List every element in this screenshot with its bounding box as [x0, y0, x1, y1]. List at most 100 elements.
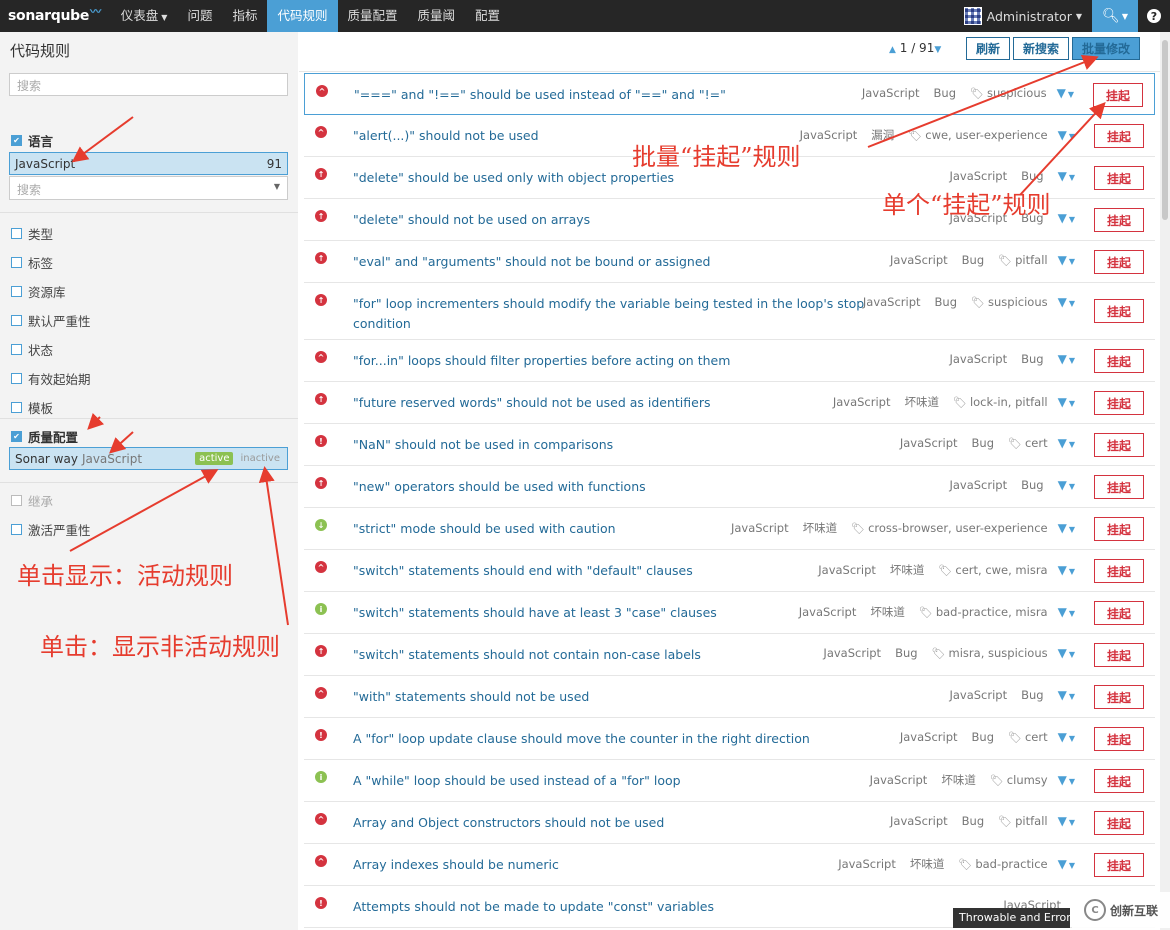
deactivate-button[interactable]: 挂起 [1094, 643, 1144, 667]
filter-icon[interactable]: ▼ ▼ [1058, 169, 1075, 183]
facet-6[interactable]: 模板 [11, 398, 53, 417]
filter-icon[interactable]: ▼ ▼ [1058, 688, 1075, 702]
facet-2[interactable]: 资源库 [11, 282, 66, 301]
deactivate-button[interactable]: 挂起 [1094, 166, 1144, 190]
rule-row[interactable]: ^ "switch" statements should end with "de… [304, 550, 1155, 592]
facet-0[interactable]: 类型 [11, 224, 53, 243]
deactivate-button[interactable]: 挂起 [1094, 475, 1144, 499]
nav-item-1[interactable]: 问题 [177, 0, 222, 32]
rule-row[interactable]: ↑ "for" loop incrementers should modify t… [304, 283, 1155, 340]
global-search-button[interactable]: 🔍︎ ▼ [1092, 0, 1138, 32]
language-search-select[interactable]: 搜索 ▼ [9, 176, 288, 200]
scrollbar[interactable] [1160, 32, 1170, 930]
rule-title[interactable]: "eval" and "arguments" should not be bou… [353, 252, 710, 272]
rule-row[interactable]: ↑ "eval" and "arguments" should not be bo… [304, 241, 1155, 283]
deactivate-button[interactable]: 挂起 [1094, 208, 1144, 232]
deactivate-button[interactable]: 挂起 [1094, 391, 1144, 415]
rule-title[interactable]: "for...in" loops should filter propertie… [353, 351, 730, 371]
facet-5[interactable]: 有效起始期 [11, 369, 91, 388]
next-arrow-icon[interactable]: ▼ [934, 45, 941, 55]
deactivate-button[interactable]: 挂起 [1094, 811, 1144, 835]
inactive-toggle[interactable]: inactive [238, 452, 282, 465]
language-option-javascript[interactable]: JavaScript 91 [9, 152, 288, 175]
prev-arrow-icon[interactable]: ▲ [889, 45, 896, 55]
rule-row[interactable]: ↑ "new" operators should be used with fun… [304, 466, 1155, 508]
nav-item-4[interactable]: 质量配置 [338, 0, 408, 32]
rule-title[interactable]: "delete" should not be used on arrays [353, 210, 590, 230]
rule-title[interactable]: Array and Object constructors should not… [353, 813, 664, 833]
active-toggle[interactable]: active [195, 452, 234, 465]
quality-profile-option[interactable]: Sonar way JavaScript active inactive [9, 447, 288, 470]
filter-icon[interactable]: ▼ ▼ [1058, 478, 1075, 492]
rule-row[interactable]: ^ "with" statements should not be used Jav… [304, 676, 1155, 718]
rule-title[interactable]: "new" operators should be used with func… [353, 477, 646, 497]
deactivate-button[interactable]: 挂起 [1094, 685, 1144, 709]
rule-title[interactable]: "with" statements should not be used [353, 687, 589, 707]
filter-icon[interactable]: ▼ ▼ [1058, 395, 1075, 409]
facet-1[interactable]: 标签 [11, 253, 53, 272]
rule-row[interactable]: ^ Array indexes should be numeric JavaScri… [304, 844, 1155, 886]
deactivate-button[interactable]: 挂起 [1094, 769, 1144, 793]
rule-title[interactable]: "switch" statements should end with "def… [353, 561, 693, 581]
rule-search-input[interactable]: 搜索 [9, 73, 288, 96]
rule-row[interactable]: ^ "===" and "!==" should be used instead … [304, 73, 1155, 115]
rule-title[interactable]: "alert(...)" should not be used [353, 126, 539, 146]
deactivate-button[interactable]: 挂起 [1094, 124, 1144, 148]
user-menu[interactable]: Administrator ▼ [954, 0, 1092, 32]
refresh-button[interactable]: 刷新 [966, 37, 1011, 60]
rule-title[interactable]: Array indexes should be numeric [353, 855, 559, 875]
filter-icon[interactable]: ▼ ▼ [1058, 521, 1075, 535]
rule-title[interactable]: "future reserved words" should not be us… [353, 393, 711, 413]
rule-row[interactable]: ! "NaN" should not be used in comparisons… [304, 424, 1155, 466]
deactivate-button[interactable]: 挂起 [1094, 853, 1144, 877]
rule-row[interactable]: i "switch" statements should have at leas… [304, 592, 1155, 634]
rule-row[interactable]: ↑ "switch" statements should not contain … [304, 634, 1155, 676]
filter-icon[interactable]: ▼ ▼ [1058, 128, 1075, 142]
rule-row[interactable]: ↑ "future reserved words" should not be u… [304, 382, 1155, 424]
filter-icon[interactable]: ▼ ▼ [1058, 295, 1075, 309]
deactivate-button[interactable]: 挂起 [1094, 601, 1144, 625]
nav-item-5[interactable]: 质量阈 [408, 0, 466, 32]
rule-title[interactable]: "===" and "!==" should be used instead o… [354, 85, 726, 105]
new-search-button[interactable]: 新搜索 [1013, 37, 1070, 60]
filter-icon[interactable]: ▼ ▼ [1058, 773, 1075, 787]
filter-icon[interactable]: ▼ ▼ [1058, 646, 1075, 660]
filter-icon[interactable]: ▼ ▼ [1058, 253, 1075, 267]
rule-title[interactable]: A "while" loop should be used instead of… [353, 771, 681, 791]
facet-3[interactable]: 默认严重性 [11, 311, 91, 330]
rule-title[interactable]: "delete" should be used only with object… [353, 168, 674, 188]
rule-row[interactable]: ^ "for...in" loops should filter properti… [304, 340, 1155, 382]
filter-icon[interactable]: ▼ ▼ [1058, 814, 1075, 828]
deactivate-button[interactable]: 挂起 [1094, 349, 1144, 373]
scrollbar-thumb[interactable] [1162, 40, 1168, 220]
rule-title[interactable]: "strict" mode should be used with cautio… [353, 519, 616, 539]
filter-icon[interactable]: ▼ ▼ [1058, 563, 1075, 577]
filter-icon[interactable]: ▼ ▼ [1058, 730, 1075, 744]
rule-title[interactable]: Attempts should not be made to update "c… [353, 897, 714, 917]
rule-title[interactable]: A "for" loop update clause should move t… [353, 729, 810, 749]
rule-title[interactable]: "for" loop incrementers should modify th… [353, 294, 864, 334]
deactivate-button[interactable]: 挂起 [1093, 83, 1143, 107]
facet-language[interactable]: ✔ 语言 [11, 131, 53, 150]
bulk-change-button[interactable]: 批量修改 [1072, 37, 1141, 60]
help-button[interactable]: ? [1138, 0, 1170, 32]
deactivate-button[interactable]: 挂起 [1094, 517, 1144, 541]
facet-quality-profile[interactable]: ✔ 质量配置 [11, 427, 78, 446]
nav-item-0[interactable]: 仪表盘 ▼ [111, 0, 178, 32]
deactivate-button[interactable]: 挂起 [1094, 299, 1144, 323]
filter-icon[interactable]: ▼ ▼ [1058, 211, 1075, 225]
nav-item-3[interactable]: 代码规则 [267, 0, 338, 32]
deactivate-button[interactable]: 挂起 [1094, 727, 1144, 751]
nav-item-2[interactable]: 指标 [222, 0, 267, 32]
deactivate-button[interactable]: 挂起 [1094, 559, 1144, 583]
deactivate-button[interactable]: 挂起 [1094, 250, 1144, 274]
facet-4[interactable]: 状态 [11, 340, 53, 359]
filter-icon[interactable]: ▼ ▼ [1058, 352, 1075, 366]
facet-active-severity[interactable]: 激活严重性 [11, 520, 91, 539]
rule-row[interactable]: ↓ "strict" mode should be used with cauti… [304, 508, 1155, 550]
rule-row[interactable]: ^ Array and Object constructors should no… [304, 802, 1155, 844]
rule-row[interactable]: i A "while" loop should be used instead o… [304, 760, 1155, 802]
deactivate-button[interactable]: 挂起 [1094, 433, 1144, 457]
filter-icon[interactable]: ▼ ▼ [1058, 605, 1075, 619]
rule-title[interactable]: "switch" statements should have at least… [353, 603, 717, 623]
